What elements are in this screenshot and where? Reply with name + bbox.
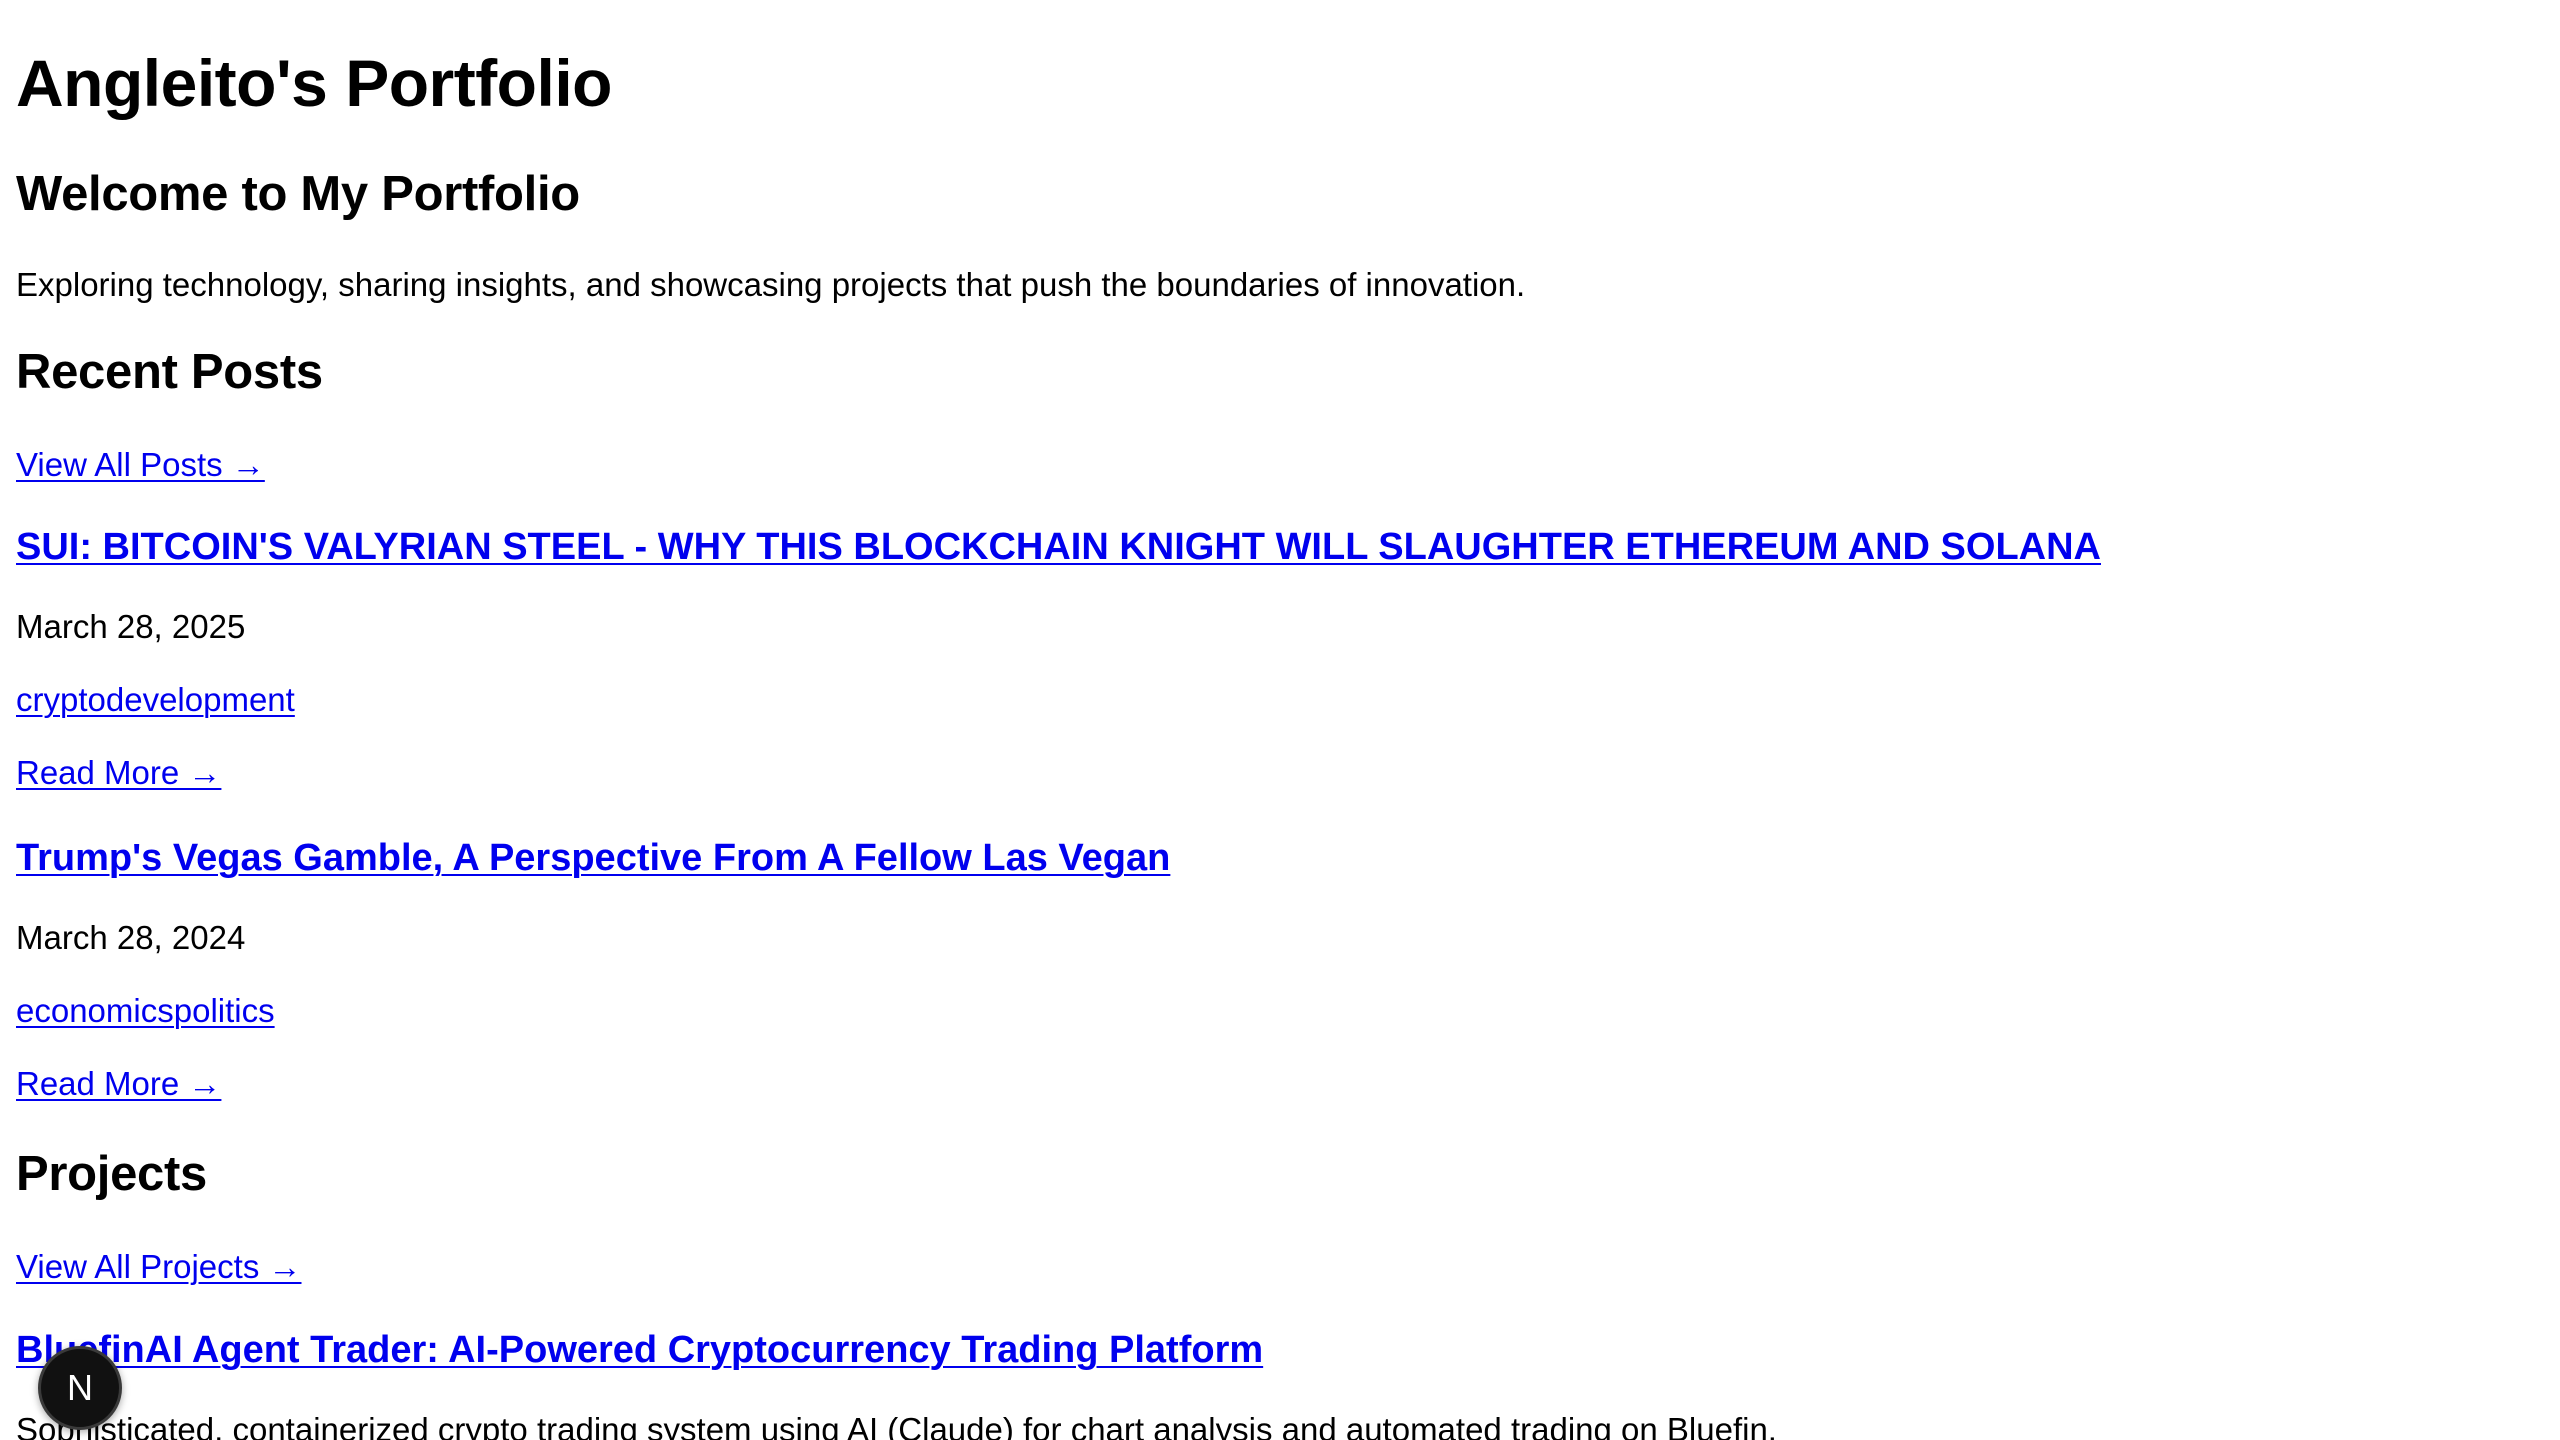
post-tags-link[interactable]: economicspolitics xyxy=(16,989,275,1033)
view-all-posts-link[interactable]: View All Posts → xyxy=(16,443,265,487)
view-all-projects-link[interactable]: View All Projects → xyxy=(16,1245,302,1289)
hero-heading: Welcome to My Portfolio xyxy=(16,167,580,221)
hero-tagline: Exploring technology, sharing insights, … xyxy=(16,266,1526,303)
post-title-link[interactable]: SUI: BITCOIN'S VALYRIAN STEEL - WHY THIS… xyxy=(16,526,2101,568)
post-title: Trump's Vegas Gamble, A Perspective From… xyxy=(16,834,1170,882)
project-description: Sophisticated, containerized crypto trad… xyxy=(16,1411,1777,1440)
read-more-link[interactable]: Read More → xyxy=(16,751,221,795)
post-date: March 28, 2024 xyxy=(16,919,246,956)
projects-heading: Projects xyxy=(16,1147,207,1201)
post-title: SUI: BITCOIN'S VALYRIAN STEEL - WHY THIS… xyxy=(16,523,2101,571)
project-title-link[interactable]: BluefinAI Agent Trader: AI-Powered Crypt… xyxy=(16,1329,1263,1371)
nextjs-n-icon: N xyxy=(67,1367,93,1408)
nextjs-dev-indicator-button[interactable]: N xyxy=(38,1346,122,1430)
post-date: March 28, 2025 xyxy=(16,608,246,645)
project-title: BluefinAI Agent Trader: AI-Powered Crypt… xyxy=(16,1326,1263,1374)
svg-text:N: N xyxy=(67,1367,93,1408)
post-tags-link[interactable]: cryptodevelopment xyxy=(16,678,295,722)
site-title: Angleito's Portfolio xyxy=(16,46,613,120)
recent-posts-heading: Recent Posts xyxy=(16,345,323,399)
post-title-link[interactable]: Trump's Vegas Gamble, A Perspective From… xyxy=(16,837,1170,879)
read-more-link[interactable]: Read More → xyxy=(16,1062,221,1106)
